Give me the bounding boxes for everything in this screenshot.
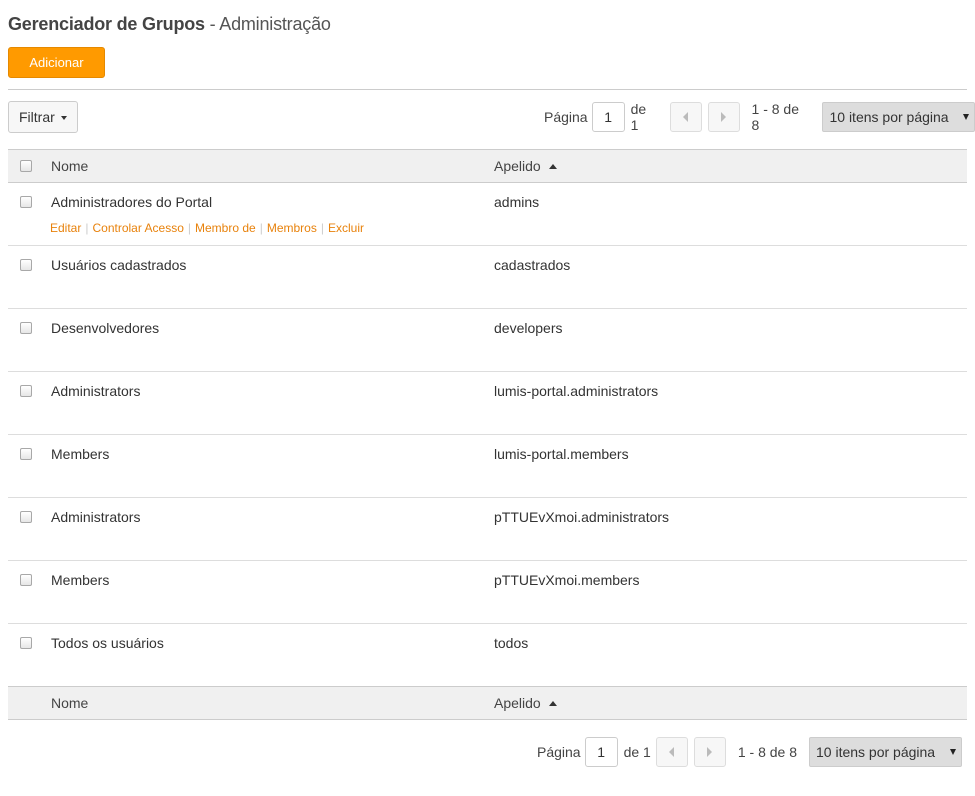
group-name: Desenvolvedores bbox=[51, 320, 160, 336]
page-number-input[interactable] bbox=[584, 737, 618, 767]
filter-button[interactable]: Filtrar bbox=[8, 101, 78, 133]
table-row[interactable]: Todos os usuários todos bbox=[8, 624, 967, 687]
column-header-name[interactable]: Nome bbox=[51, 158, 88, 174]
table-footer: Nome Apelido bbox=[8, 686, 967, 720]
group-name: Todos os usuários bbox=[51, 635, 164, 651]
per-page-value: 10 itens por página bbox=[829, 109, 949, 125]
row-checkbox[interactable] bbox=[20, 637, 32, 649]
separator: | bbox=[85, 221, 89, 235]
select-all-checkbox[interactable] bbox=[20, 160, 32, 172]
row-checkbox[interactable] bbox=[20, 574, 32, 586]
column-header-alias[interactable]: Apelido bbox=[494, 158, 557, 174]
group-alias: admins bbox=[494, 194, 540, 210]
range-label: 1 - 8 de 8 bbox=[737, 744, 797, 760]
group-alias: lumis-portal.members bbox=[494, 446, 629, 462]
table-row[interactable]: Members lumis-portal.members bbox=[8, 435, 967, 498]
separator: | bbox=[259, 221, 263, 235]
page-title: Gerenciador de Grupos - Administração bbox=[8, 14, 331, 35]
sort-ascending-icon bbox=[548, 164, 557, 169]
group-name: Administrators bbox=[51, 383, 141, 399]
pagination-bottom: Página de 1 1 - 8 de 8 10 itens por pági… bbox=[537, 736, 962, 768]
row-checkbox[interactable] bbox=[20, 322, 32, 334]
per-page-select[interactable]: 10 itens por página bbox=[809, 737, 962, 767]
caret-down-icon bbox=[61, 116, 67, 120]
group-alias: pTTUEvXmoi.administrators bbox=[494, 509, 670, 525]
row-checkbox[interactable] bbox=[20, 196, 32, 208]
page-title-main: Gerenciador de Grupos bbox=[8, 14, 205, 34]
table-row[interactable]: Administrators pTTUEvXmoi.administrators bbox=[8, 498, 967, 561]
group-name: Administrators bbox=[51, 509, 141, 525]
separator: | bbox=[320, 221, 324, 235]
chevron-right-icon bbox=[707, 747, 713, 757]
add-button[interactable]: Adicionar bbox=[8, 47, 105, 78]
group-name: Members bbox=[51, 446, 110, 462]
members-link[interactable]: Membros bbox=[267, 221, 317, 235]
page-count-label: de 1 bbox=[623, 744, 651, 760]
next-page-button[interactable] bbox=[693, 737, 726, 767]
row-actions: Editar | Controlar Acesso | Membro de | Membro… bbox=[50, 221, 364, 235]
row-checkbox[interactable] bbox=[20, 259, 32, 271]
table-row[interactable]: Usuários cadastrados cadastrados bbox=[8, 246, 967, 309]
group-alias: pTTUEvXmoi.members bbox=[494, 572, 640, 588]
divider bbox=[8, 89, 967, 90]
column-footer-alias-label: Apelido bbox=[494, 695, 541, 711]
member-of-link[interactable]: Membro de bbox=[195, 221, 256, 235]
table-row[interactable]: Desenvolvedores developers bbox=[8, 309, 967, 372]
delete-link[interactable]: Excluir bbox=[328, 221, 364, 235]
per-page-select[interactable]: 10 itens por página bbox=[822, 102, 975, 132]
group-name: Members bbox=[51, 572, 110, 588]
row-checkbox[interactable] bbox=[20, 448, 32, 460]
next-page-button[interactable] bbox=[707, 102, 740, 132]
group-alias: developers bbox=[494, 320, 563, 336]
pagination-top: Página de 1 1 - 8 de 8 10 itens por pági… bbox=[544, 101, 975, 133]
separator: | bbox=[187, 221, 191, 235]
group-name: Usuários cadastrados bbox=[51, 257, 187, 273]
per-page-value: 10 itens por página bbox=[816, 744, 936, 760]
group-alias: lumis-portal.administrators bbox=[494, 383, 659, 399]
column-header-alias-label: Apelido bbox=[494, 158, 541, 174]
edit-link[interactable]: Editar bbox=[50, 221, 81, 235]
table-row[interactable]: Administradores do Portal admins Editar |… bbox=[8, 183, 967, 246]
page-label: Página bbox=[537, 744, 581, 760]
prev-page-button[interactable] bbox=[655, 737, 688, 767]
range-label: 1 - 8 de 8 bbox=[751, 101, 800, 133]
row-checkbox[interactable] bbox=[20, 385, 32, 397]
group-name: Administradores do Portal bbox=[51, 194, 213, 210]
sort-ascending-icon bbox=[548, 701, 557, 706]
prev-page-button[interactable] bbox=[669, 102, 702, 132]
group-alias: cadastrados bbox=[494, 257, 571, 273]
page-count-label: de 1 bbox=[630, 101, 647, 133]
filter-button-label: Filtrar bbox=[19, 109, 55, 125]
dropdown-arrow-icon bbox=[962, 114, 969, 120]
table-row[interactable]: Administrators lumis-portal.administrato… bbox=[8, 372, 967, 435]
column-footer-alias[interactable]: Apelido bbox=[494, 695, 557, 711]
chevron-left-icon bbox=[669, 747, 675, 757]
page-title-sub: - Administração bbox=[204, 14, 331, 34]
row-checkbox[interactable] bbox=[20, 511, 32, 523]
page-number-input[interactable] bbox=[591, 102, 625, 132]
table-row[interactable]: Members pTTUEvXmoi.members bbox=[8, 561, 967, 624]
group-alias: todos bbox=[494, 635, 529, 651]
chevron-left-icon bbox=[683, 112, 689, 122]
page-label: Página bbox=[544, 109, 588, 125]
dropdown-arrow-icon bbox=[950, 749, 956, 755]
chevron-right-icon bbox=[721, 112, 727, 122]
table-header: Nome Apelido bbox=[8, 149, 967, 183]
access-control-link[interactable]: Controlar Acesso bbox=[92, 221, 183, 235]
column-footer-name[interactable]: Nome bbox=[51, 695, 88, 711]
